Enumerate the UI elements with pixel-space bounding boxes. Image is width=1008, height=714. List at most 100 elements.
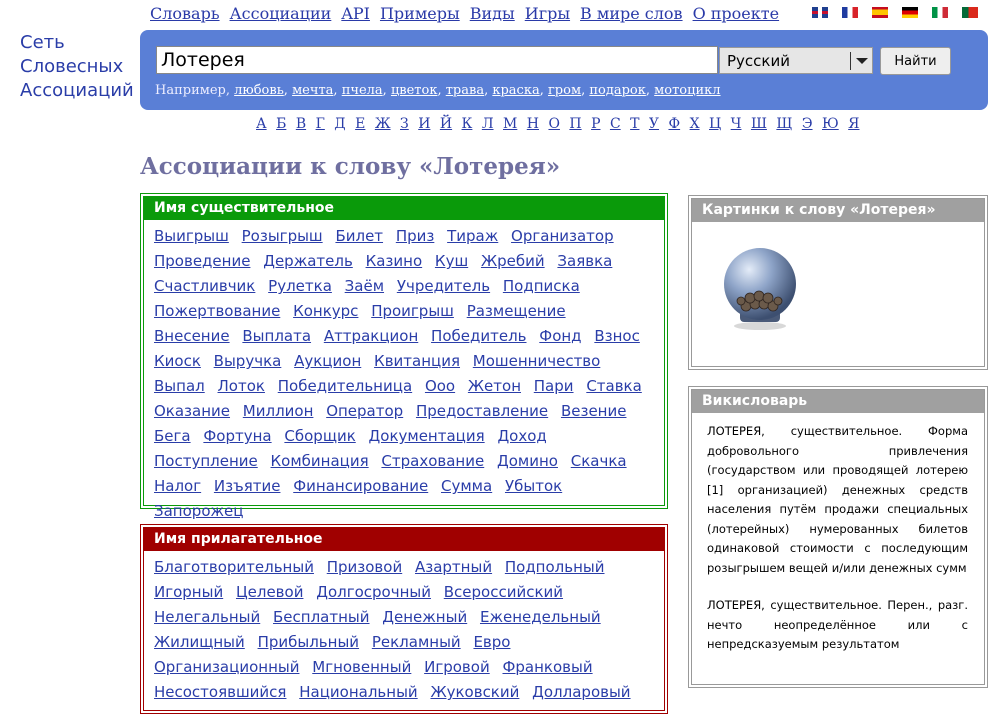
association-link[interactable]: Запорожец	[154, 499, 243, 524]
association-link[interactable]: Сумма	[441, 474, 492, 499]
association-link[interactable]: Казино	[366, 249, 423, 274]
association-link[interactable]: Рекламный	[372, 630, 461, 655]
association-link[interactable]: Выигрыш	[154, 224, 229, 249]
association-link[interactable]: Мгновенный	[312, 655, 411, 680]
language-select[interactable]: Русский	[719, 47, 873, 74]
nav-link[interactable]: API	[341, 4, 370, 23]
alphabet-letter[interactable]: Т	[630, 116, 639, 132]
alphabet-letter[interactable]: В	[296, 116, 306, 132]
flag-french-icon[interactable]	[842, 7, 858, 18]
association-link[interactable]: Подписка	[503, 274, 580, 299]
association-link[interactable]: Подпольный	[505, 555, 605, 580]
association-link[interactable]: Национальный	[299, 680, 417, 705]
association-link[interactable]: Жетон	[468, 374, 521, 399]
association-link[interactable]: Заявка	[557, 249, 612, 274]
alphabet-letter[interactable]: Щ	[776, 116, 792, 132]
alphabet-letter[interactable]: Я	[848, 116, 859, 132]
association-link[interactable]: Документация	[369, 424, 485, 449]
association-link[interactable]: Размещение	[467, 299, 566, 324]
association-link[interactable]: Ставка	[586, 374, 642, 399]
association-link[interactable]: Фонд	[539, 324, 581, 349]
flag-portuguese-icon[interactable]	[962, 7, 978, 18]
alphabet-letter[interactable]: Ф	[668, 116, 680, 132]
example-link[interactable]: краска	[492, 83, 539, 98]
association-link[interactable]: Евро	[473, 630, 510, 655]
alphabet-letter[interactable]: К	[462, 116, 473, 132]
association-link[interactable]: Предоставление	[416, 399, 548, 424]
association-link[interactable]: Домино	[497, 449, 558, 474]
flag-spanish-icon[interactable]	[872, 7, 888, 18]
nav-link[interactable]: Ассоциации	[230, 4, 332, 23]
association-link[interactable]: Оказание	[154, 399, 230, 424]
example-link[interactable]: мотоцикл	[654, 83, 720, 98]
alphabet-letter[interactable]: О	[548, 116, 559, 132]
association-link[interactable]: Жуковский	[430, 680, 519, 705]
alphabet-letter[interactable]: Э	[802, 116, 813, 132]
alphabet-letter[interactable]: Ч	[731, 116, 742, 132]
alphabet-letter[interactable]: Ш	[751, 116, 767, 132]
association-link[interactable]: Еженедельный	[480, 605, 601, 630]
alphabet-letter[interactable]: Ю	[822, 116, 839, 132]
flag-italian-icon[interactable]	[932, 7, 948, 18]
association-link[interactable]: Жребий	[481, 249, 545, 274]
association-link[interactable]: Скачка	[571, 449, 627, 474]
association-link[interactable]: Победительница	[278, 374, 412, 399]
association-link[interactable]: Несостоявшийся	[154, 680, 286, 705]
alphabet-letter[interactable]: У	[649, 116, 659, 132]
association-link[interactable]: Игровой	[424, 655, 490, 680]
alphabet-letter[interactable]: Й	[440, 116, 452, 132]
search-input[interactable]	[156, 46, 718, 74]
association-link[interactable]: Миллион	[243, 399, 314, 424]
association-link[interactable]: Счастливчик	[154, 274, 255, 299]
association-link[interactable]: Квитанция	[374, 349, 460, 374]
association-link[interactable]: Благотворительный	[154, 555, 314, 580]
association-link[interactable]: Организационный	[154, 655, 299, 680]
nav-link[interactable]: Игры	[525, 4, 570, 23]
association-link[interactable]: Жилищный	[154, 630, 245, 655]
alphabet-letter[interactable]: Ж	[375, 116, 391, 132]
association-link[interactable]: Призовой	[327, 555, 402, 580]
association-link[interactable]: Аттракцион	[324, 324, 418, 349]
alphabet-letter[interactable]: Ц	[709, 116, 721, 132]
association-link[interactable]: Выручка	[214, 349, 282, 374]
alphabet-letter[interactable]: З	[400, 116, 409, 132]
association-link[interactable]: Доход	[497, 424, 546, 449]
nav-link[interactable]: В мире слов	[580, 4, 683, 23]
alphabet-letter[interactable]: Н	[527, 116, 539, 132]
association-link[interactable]: Пари	[534, 374, 574, 399]
association-link[interactable]: Рулетка	[268, 274, 332, 299]
example-link[interactable]: трава	[446, 83, 484, 98]
association-link[interactable]: Победитель	[431, 324, 526, 349]
association-link[interactable]: Денежный	[382, 605, 467, 630]
association-link[interactable]: Долларовый	[532, 680, 630, 705]
association-link[interactable]: Выплата	[242, 324, 311, 349]
association-link[interactable]: Нелегальный	[154, 605, 260, 630]
association-link[interactable]: Розыгрыш	[242, 224, 323, 249]
lottery-ball-image[interactable]	[722, 246, 798, 330]
association-link[interactable]: Изъятие	[214, 474, 281, 499]
association-link[interactable]: Конкурс	[293, 299, 358, 324]
example-link[interactable]: пчела	[342, 83, 383, 98]
alphabet-letter[interactable]: Д	[334, 116, 345, 132]
example-link[interactable]: мечта	[292, 83, 333, 98]
association-link[interactable]: Поступление	[154, 449, 258, 474]
association-link[interactable]: Мошенничество	[473, 349, 601, 374]
example-link[interactable]: гром	[548, 83, 581, 98]
example-link[interactable]: цветок	[391, 83, 438, 98]
nav-link[interactable]: Примеры	[380, 4, 460, 23]
alphabet-letter[interactable]: М	[503, 116, 517, 132]
association-link[interactable]: Азартный	[415, 555, 492, 580]
alphabet-letter[interactable]: Б	[276, 116, 286, 132]
association-link[interactable]: Держатель	[263, 249, 353, 274]
association-link[interactable]: Приз	[396, 224, 435, 249]
association-link[interactable]: Проигрыш	[371, 299, 454, 324]
example-link[interactable]: любовь	[234, 83, 284, 98]
association-link[interactable]: Билет	[335, 224, 383, 249]
nav-link[interactable]: О проекте	[693, 4, 780, 23]
alphabet-letter[interactable]: П	[569, 116, 581, 132]
association-link[interactable]: Фортуна	[203, 424, 271, 449]
association-link[interactable]: Лоток	[218, 374, 265, 399]
association-link[interactable]: Взнос	[594, 324, 640, 349]
association-link[interactable]: Тираж	[447, 224, 498, 249]
association-link[interactable]: Пожертвование	[154, 299, 280, 324]
